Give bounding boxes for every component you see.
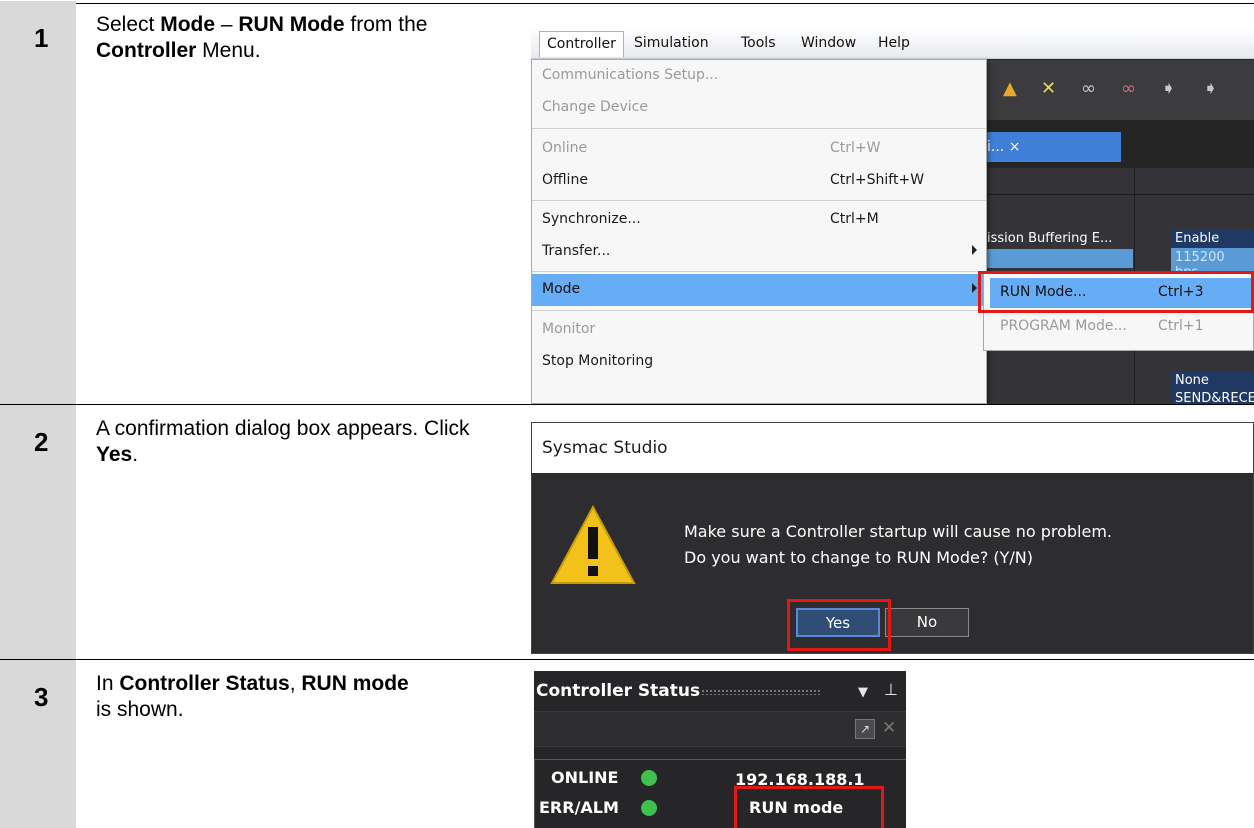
highlight-box	[978, 271, 1254, 313]
menu-item-online[interactable]: Online Ctrl+W	[532, 133, 986, 165]
menu-item-communications-setup[interactable]: Communications Setup...	[532, 60, 986, 92]
status-led-icon	[641, 800, 657, 816]
controller-menu-screenshot: Controller Simulation Tools Window Help …	[531, 28, 1254, 404]
step-number-cell: 1	[0, 1, 76, 404]
warning-icon	[550, 505, 636, 584]
editor-tab[interactable]: i... ×	[981, 132, 1121, 162]
menu-item-program-mode[interactable]: PROGRAM Mode... Ctrl+1	[990, 312, 1252, 342]
step-instruction: A confirmation dialog box appears. Click…	[96, 417, 470, 466]
panel-toolbar: ↗ ✕	[534, 711, 906, 747]
warning-toolbar-icon[interactable]: ▲	[1003, 78, 1017, 99]
grid-cell-label: ission Buffering E...	[987, 231, 1113, 246]
menu-tools[interactable]: Tools	[741, 35, 776, 51]
menu-bar: Controller Simulation Tools Window Help	[531, 28, 1254, 59]
menu-separator	[532, 271, 986, 272]
menu-separator	[532, 200, 986, 201]
menu-item-stop-monitoring[interactable]: Stop Monitoring	[532, 346, 986, 378]
close-icon[interactable]: ✕	[882, 718, 896, 738]
menu-item-offline[interactable]: Offline Ctrl+Shift+W	[532, 165, 986, 197]
controller-status-panel: Controller Status ▼ ⊥ ↗ ✕ ONLINE 192.168…	[534, 671, 906, 828]
grid-cell-blank	[981, 249, 1133, 268]
step-number-cell: 2	[0, 405, 76, 659]
drag-handle[interactable]	[701, 689, 821, 695]
step-instruction: Select Mode – RUN Mode from the Controll…	[96, 13, 428, 62]
transfer-toolbar-icon[interactable]: ➧	[1161, 78, 1176, 99]
grid-line	[981, 194, 1254, 195]
menu-item-transfer[interactable]: Transfer...	[532, 236, 986, 268]
menu-item-monitor[interactable]: Monitor	[532, 314, 986, 346]
step-row-1: 1 Select Mode – RUN Mode from the Contro…	[0, 0, 1254, 404]
pin-icon[interactable]: ⊥	[884, 680, 898, 699]
unlink-toolbar-icon[interactable]: ∞	[1121, 78, 1136, 99]
grid-cell-value[interactable]: Enable	[1171, 229, 1254, 248]
popout-icon[interactable]: ↗	[855, 719, 875, 739]
menu-item-mode[interactable]: Mode	[532, 274, 986, 306]
step-number: 2	[34, 427, 49, 457]
status-label: ONLINE	[551, 768, 619, 787]
status-led-icon	[641, 770, 657, 786]
step-number: 1	[34, 23, 49, 53]
dialog-message: Make sure a Controller startup will caus…	[684, 522, 1113, 567]
link-toolbar-icon[interactable]: ∞	[1081, 78, 1096, 99]
menu-simulation[interactable]: Simulation	[634, 35, 709, 51]
menu-window[interactable]: Window	[801, 35, 856, 51]
chevron-down-icon[interactable]: ▼	[858, 685, 868, 700]
grid-cell-value[interactable]: None	[1171, 371, 1254, 390]
dialog-title: Sysmac Studio	[532, 423, 1253, 473]
stop-toolbar-icon[interactable]: ✕	[1041, 78, 1056, 99]
controller-dropdown-menu: Communications Setup... Change Device On…	[531, 59, 987, 404]
confirmation-dialog: Sysmac Studio Make sure a Controller sta…	[531, 422, 1254, 654]
highlight-box	[787, 599, 891, 651]
menu-help[interactable]: Help	[878, 35, 910, 51]
menu-separator	[532, 310, 986, 311]
menu-item-synchronize[interactable]: Synchronize... Ctrl+M	[532, 204, 986, 236]
menu-controller[interactable]: Controller	[539, 31, 624, 57]
toolbar: ▲ ✕ ∞ ∞ ➧ ➧	[981, 60, 1254, 120]
step-number-cell: 3	[0, 660, 76, 828]
highlight-box	[734, 786, 884, 828]
step-instruction: In Controller Status, RUN mode is shown.	[96, 672, 409, 721]
menu-item-change-device[interactable]: Change Device	[532, 92, 986, 124]
no-button[interactable]: No	[885, 608, 969, 637]
submenu-arrow-icon	[972, 245, 977, 255]
submenu-arrow-icon	[972, 283, 977, 293]
step-number: 3	[34, 682, 49, 712]
menu-separator	[532, 128, 986, 129]
transfer2-toolbar-icon[interactable]: ➧	[1203, 78, 1218, 99]
grid-cell-value[interactable]: SEND&RECE	[1171, 389, 1254, 404]
status-label: ERR/ALM	[539, 798, 619, 817]
